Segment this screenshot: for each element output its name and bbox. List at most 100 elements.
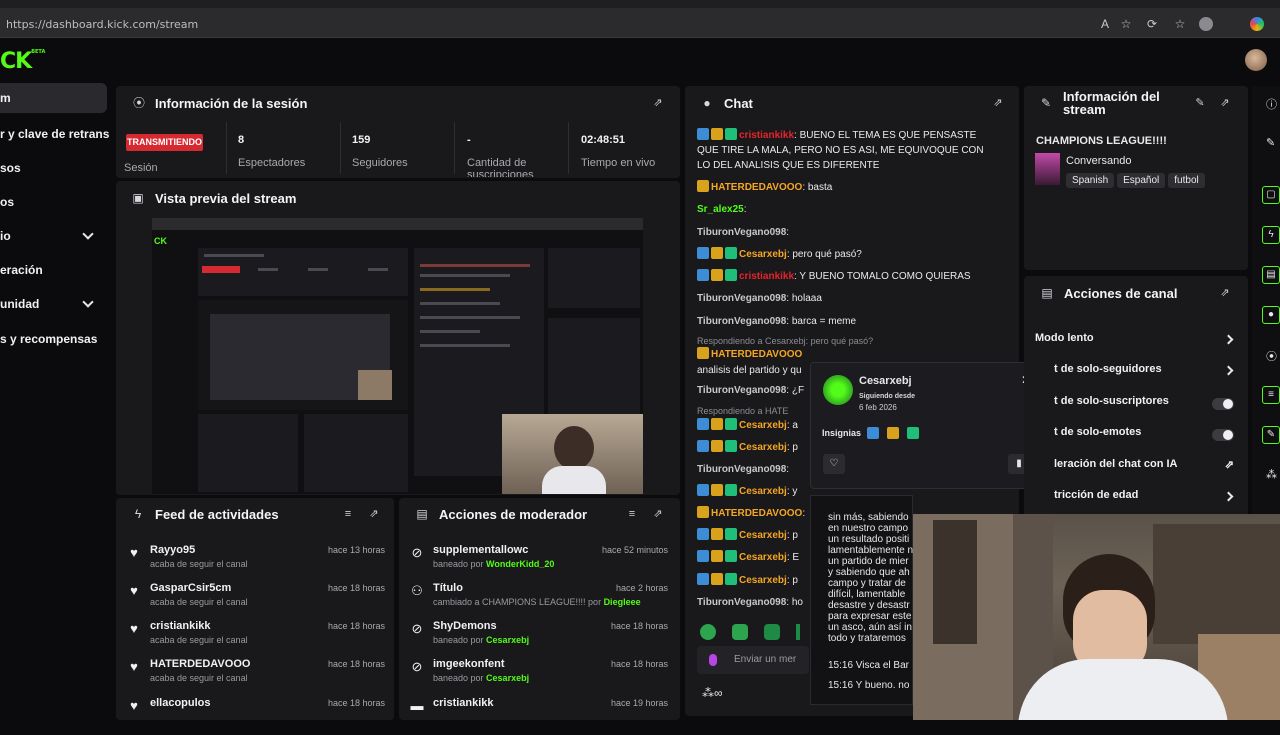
popout-icon[interactable]: ⇗ (1218, 96, 1232, 110)
info-icon[interactable]: ⓘ (1266, 96, 1277, 112)
emote-icon[interactable] (732, 624, 748, 640)
emote-icon[interactable] (796, 624, 800, 640)
sidebar-item-community[interactable]: unidad (0, 289, 110, 319)
tag-chip[interactable]: Español (1117, 173, 1166, 188)
chat-username[interactable]: Cesarxebj (739, 552, 787, 563)
popout-icon[interactable]: ⇗ (651, 96, 665, 110)
emote-picker-icon[interactable] (709, 654, 717, 666)
extensions-icon[interactable]: ⟳ (1145, 17, 1159, 31)
chat-username[interactable]: cristiankikk (739, 271, 794, 282)
category-name[interactable]: Conversando (1066, 155, 1131, 167)
user-avatar[interactable] (1245, 49, 1267, 71)
chat-settings-icon[interactable]: ⁂∞ (702, 686, 723, 700)
chat-message[interactable]: Cesarxebj: p (697, 528, 807, 543)
chat-message[interactable]: HATERDEDAVOOO: (697, 506, 807, 521)
mod-action-item[interactable]: ⊘ imgeekonfent baneado por Cesarxebj hace 1… (398, 658, 676, 696)
read-aloud-icon[interactable]: A (1098, 17, 1112, 31)
stream-preview-video[interactable]: CK (152, 218, 643, 494)
list-icon[interactable]: ≡ (1262, 386, 1280, 404)
feed-item-user[interactable]: Rayyo95 (150, 544, 195, 556)
popout-icon[interactable]: ⇗ (1218, 286, 1232, 300)
tag-chip[interactable]: Spanish (1066, 173, 1115, 188)
mod-action-target[interactable]: Título (433, 582, 463, 594)
age-restriction-row[interactable]: tricción de edad (1054, 489, 1240, 509)
feed-item-user[interactable]: cristiankikk (150, 620, 211, 632)
collections-icon[interactable]: ☆ (1173, 17, 1187, 31)
chat-message[interactable]: Cesarxebj: a (697, 418, 807, 433)
favorite-star-icon[interactable]: ☆ (1119, 17, 1133, 31)
pencil-icon[interactable]: ✎ (1266, 136, 1275, 149)
chat-message[interactable]: TiburonVegano098: (697, 225, 997, 240)
feed-item[interactable]: ♥ GasparCsir5cm acaba de seguir el canal ha… (115, 582, 393, 620)
chat-username[interactable]: HATERDEDAVOOO (711, 508, 802, 519)
heart-icon[interactable]: ♡ (823, 454, 845, 474)
sidebar-item-stream[interactable]: m (0, 83, 107, 113)
popout-icon[interactable]: ⇗ (991, 96, 1005, 110)
broadcast-icon[interactable]: ⦿ (1266, 348, 1277, 364)
chat-username[interactable]: Cesarxebj (739, 420, 787, 431)
mod-action-target[interactable]: cristiankikk (433, 697, 494, 709)
ai-moderation-row[interactable]: leración del chat con IA ⇗ (1054, 458, 1240, 478)
emote-icon[interactable] (700, 624, 716, 640)
chat-message[interactable]: Cesarxebj: p (697, 573, 807, 588)
chat-message[interactable]: Cesarxebj: p (697, 440, 807, 455)
mod-action-user[interactable]: Diegleee (604, 597, 641, 607)
chat-message[interactable]: TiburonVegano098: ho (697, 595, 807, 610)
chat-message[interactable]: Sr_alex25: (697, 202, 997, 217)
mod-action-item[interactable]: ▬ cristiankikk hace 19 horas (398, 697, 676, 735)
mod-action-user[interactable]: Cesarxebj (486, 635, 529, 645)
pencil-icon[interactable]: ✎ (1193, 96, 1207, 110)
filter-icon[interactable]: ≡ (625, 507, 639, 521)
filter-icon[interactable]: ≡ (341, 507, 355, 521)
feed-item-user[interactable]: GasparCsir5cm (150, 582, 231, 594)
emotes-only-row[interactable]: t de solo-emotes (1054, 426, 1240, 446)
feed-item[interactable]: ♥ cristiankikk acaba de seguir el canal hac… (115, 620, 393, 658)
address-bar[interactable]: https://dashboard.kick.com/stream (6, 18, 198, 31)
mod-action-item[interactable]: ⊘ supplementallowc baneado por WonderKidd_… (398, 544, 676, 582)
chat-username[interactable]: Sr_alex25 (697, 204, 744, 215)
chat-username[interactable]: cristiankikk (739, 130, 794, 141)
document-icon[interactable]: ▤ (1262, 266, 1280, 284)
emotes-only-toggle[interactable] (1212, 429, 1234, 441)
chat-username[interactable]: Cesarxebj (739, 530, 787, 541)
subscribers-only-row[interactable]: t de solo-suscriptores (1054, 395, 1240, 415)
sidebar-item-moderation[interactable]: eración (0, 255, 110, 285)
feed-item[interactable]: ♥ HATERDEDAVOOO acaba de seguir el canal ha… (115, 658, 393, 696)
chat-message[interactable]: HATERDEDAVOOO: basta (697, 180, 997, 195)
mod-action-target[interactable]: imgeekonfent (433, 658, 505, 670)
popout-icon[interactable]: ⇗ (651, 507, 665, 521)
lightning-icon[interactable]: ϟ (1262, 226, 1280, 244)
mod-action-target[interactable]: ShyDemons (433, 620, 497, 632)
mod-action-item[interactable]: ⊘ ShyDemons baneado por Cesarxebj hace 18 h… (398, 620, 676, 658)
chat-username[interactable]: HATERDEDAVOOO (711, 349, 802, 360)
users-icon[interactable]: ⁂ (1266, 468, 1277, 481)
chat-username[interactable]: HATERDEDAVOOO (711, 182, 802, 193)
chat-message[interactable]: TiburonVegano098: barca = meme (697, 314, 997, 329)
feed-item-user[interactable]: HATERDEDAVOOO (150, 658, 250, 670)
slow-mode-row[interactable]: Modo lento (1035, 332, 1240, 352)
feed-item[interactable]: ♥ ellacopulos hace 18 horas (115, 697, 393, 735)
sidebar-item-io[interactable]: io (0, 221, 110, 251)
sidebar-item-os[interactable]: os (0, 187, 110, 217)
feed-item[interactable]: ♥ Rayyo95 acaba de seguir el canal hace 13 … (115, 544, 393, 582)
mod-action-item[interactable]: ⚇ Título cambiado a CHAMPIONS LEAGUE!!!! p… (398, 582, 676, 620)
chat-message[interactable]: TiburonVegano098: holaaa (697, 291, 997, 306)
chat-username[interactable]: Cesarxebj (739, 486, 787, 497)
chat-username[interactable]: TiburonVegano098 (697, 464, 786, 475)
chat-username[interactable]: Cesarxebj (739, 575, 787, 586)
chat-message[interactable]: Cesarxebj: E (697, 550, 807, 565)
camera-icon[interactable]: ▢ (1262, 186, 1280, 204)
mod-action-target[interactable]: supplementallowc (433, 544, 528, 556)
chat-message[interactable]: Cesarxebj: y (697, 484, 807, 499)
sidebar-item-sos[interactable]: sos (0, 153, 110, 183)
chat-username[interactable]: TiburonVegano098 (697, 316, 786, 327)
mod-action-user[interactable]: Cesarxebj (486, 673, 529, 683)
chat-username[interactable]: TiburonVegano098 (697, 597, 786, 608)
chat-message[interactable]: TiburonVegano098: (697, 462, 807, 477)
wrench-icon[interactable]: ✎ (1262, 426, 1280, 444)
sidebar-item-stream-key[interactable]: r y clave de retransm (0, 119, 110, 149)
copilot-icon[interactable] (1250, 17, 1264, 31)
emote-icon[interactable] (764, 624, 780, 640)
chat-message[interactable]: TiburonVegano098: ¿F (697, 383, 807, 398)
chat-username[interactable]: TiburonVegano098 (697, 385, 786, 396)
